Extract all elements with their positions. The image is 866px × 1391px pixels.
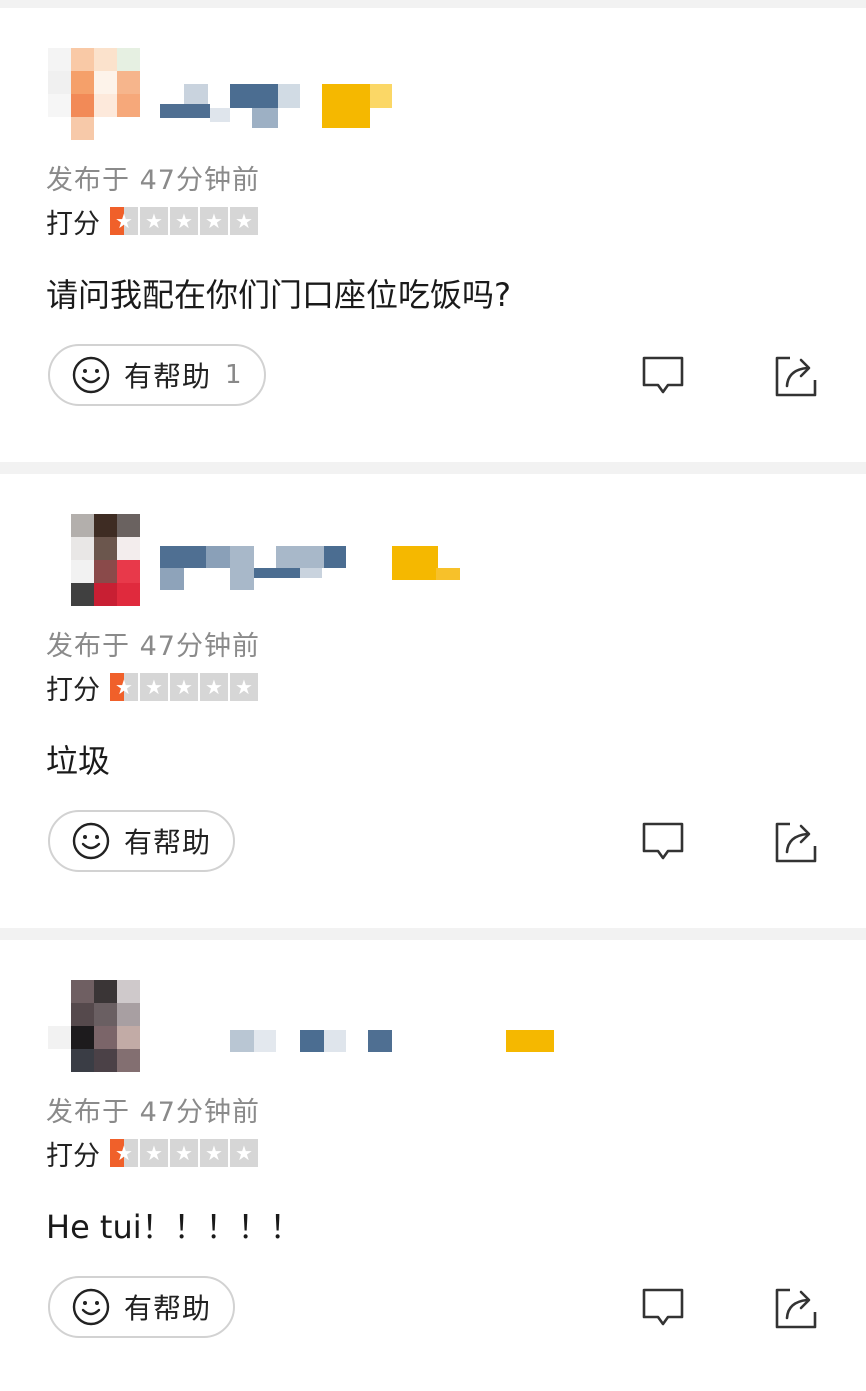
star-icon: ★: [230, 1139, 258, 1167]
star-rating: ★ ★ ★ ★ ★: [110, 207, 260, 235]
star-icon: ★: [110, 207, 138, 235]
vip-badge: [506, 1030, 554, 1052]
helpful-button[interactable]: 有帮助 1: [48, 344, 266, 406]
comment-icon[interactable]: [641, 820, 685, 864]
star-icon: ★: [140, 207, 168, 235]
helpful-button[interactable]: 有帮助: [48, 1276, 236, 1338]
helpful-count: 1: [225, 360, 242, 390]
post-time: 发布于 47分钟前: [46, 631, 260, 662]
share-icon[interactable]: [774, 354, 818, 398]
comment-icon[interactable]: [641, 354, 685, 398]
rating-label: 打分: [46, 674, 100, 706]
star-icon: ★: [140, 673, 168, 701]
rating-row: 打分 ★ ★ ★ ★ ★: [46, 670, 260, 706]
helpful-label: 有帮助: [124, 826, 212, 859]
review-content: He tui！！！！！: [46, 1208, 302, 1246]
smiley-icon: [72, 356, 110, 394]
review-feed: 发布于 47分钟前 打分 ★ ★ ★ ★ ★ 请问我配在你们门口座位吃饭吗? 有…: [0, 0, 866, 1391]
star-icon: ★: [110, 673, 138, 701]
helpful-label: 有帮助: [124, 360, 212, 393]
smiley-icon: [72, 822, 110, 860]
rating-label: 打分: [46, 208, 100, 240]
avatar[interactable]: [48, 514, 140, 606]
username-pixelated[interactable]: [160, 1012, 554, 1062]
review-content: 垃圾: [46, 742, 111, 780]
share-icon[interactable]: [774, 1286, 818, 1330]
star-icon: ★: [170, 673, 198, 701]
username-pixelated[interactable]: [160, 546, 480, 596]
rating-row: 打分 ★ ★ ★ ★ ★: [46, 1136, 260, 1172]
comment-icon[interactable]: [641, 1286, 685, 1330]
username-pixelated[interactable]: [160, 80, 480, 130]
vip-badge: [392, 546, 438, 580]
star-icon: ★: [170, 207, 198, 235]
star-rating: ★ ★ ★ ★ ★: [110, 1139, 260, 1167]
rating-row: 打分 ★ ★ ★ ★ ★: [46, 204, 260, 240]
star-icon: ★: [170, 1139, 198, 1167]
star-icon: ★: [230, 207, 258, 235]
smiley-icon: [72, 1288, 110, 1326]
review-content: 请问我配在你们门口座位吃饭吗?: [46, 276, 511, 314]
post-time: 发布于 47分钟前: [46, 1097, 260, 1128]
review-card: 发布于 47分钟前 打分 ★ ★ ★ ★ ★ He tui！！！！！ 有帮助: [0, 940, 866, 1391]
post-time: 发布于 47分钟前: [46, 165, 260, 196]
rating-label: 打分: [46, 1140, 100, 1172]
review-card: 发布于 47分钟前 打分 ★ ★ ★ ★ ★ 请问我配在你们门口座位吃饭吗? 有…: [0, 8, 866, 462]
helpful-label: 有帮助: [124, 1292, 212, 1325]
vip-badge: [322, 84, 370, 128]
star-icon: ★: [230, 673, 258, 701]
helpful-button[interactable]: 有帮助: [48, 810, 236, 872]
share-icon[interactable]: [774, 820, 818, 864]
star-rating: ★ ★ ★ ★ ★: [110, 673, 260, 701]
star-icon: ★: [200, 207, 228, 235]
star-icon: ★: [140, 1139, 168, 1167]
star-icon: ★: [200, 1139, 228, 1167]
avatar[interactable]: [48, 48, 140, 140]
review-card: 发布于 47分钟前 打分 ★ ★ ★ ★ ★ 垃圾 有帮助: [0, 474, 866, 928]
avatar[interactable]: [48, 980, 140, 1072]
star-icon: ★: [200, 673, 228, 701]
star-icon: ★: [110, 1139, 138, 1167]
